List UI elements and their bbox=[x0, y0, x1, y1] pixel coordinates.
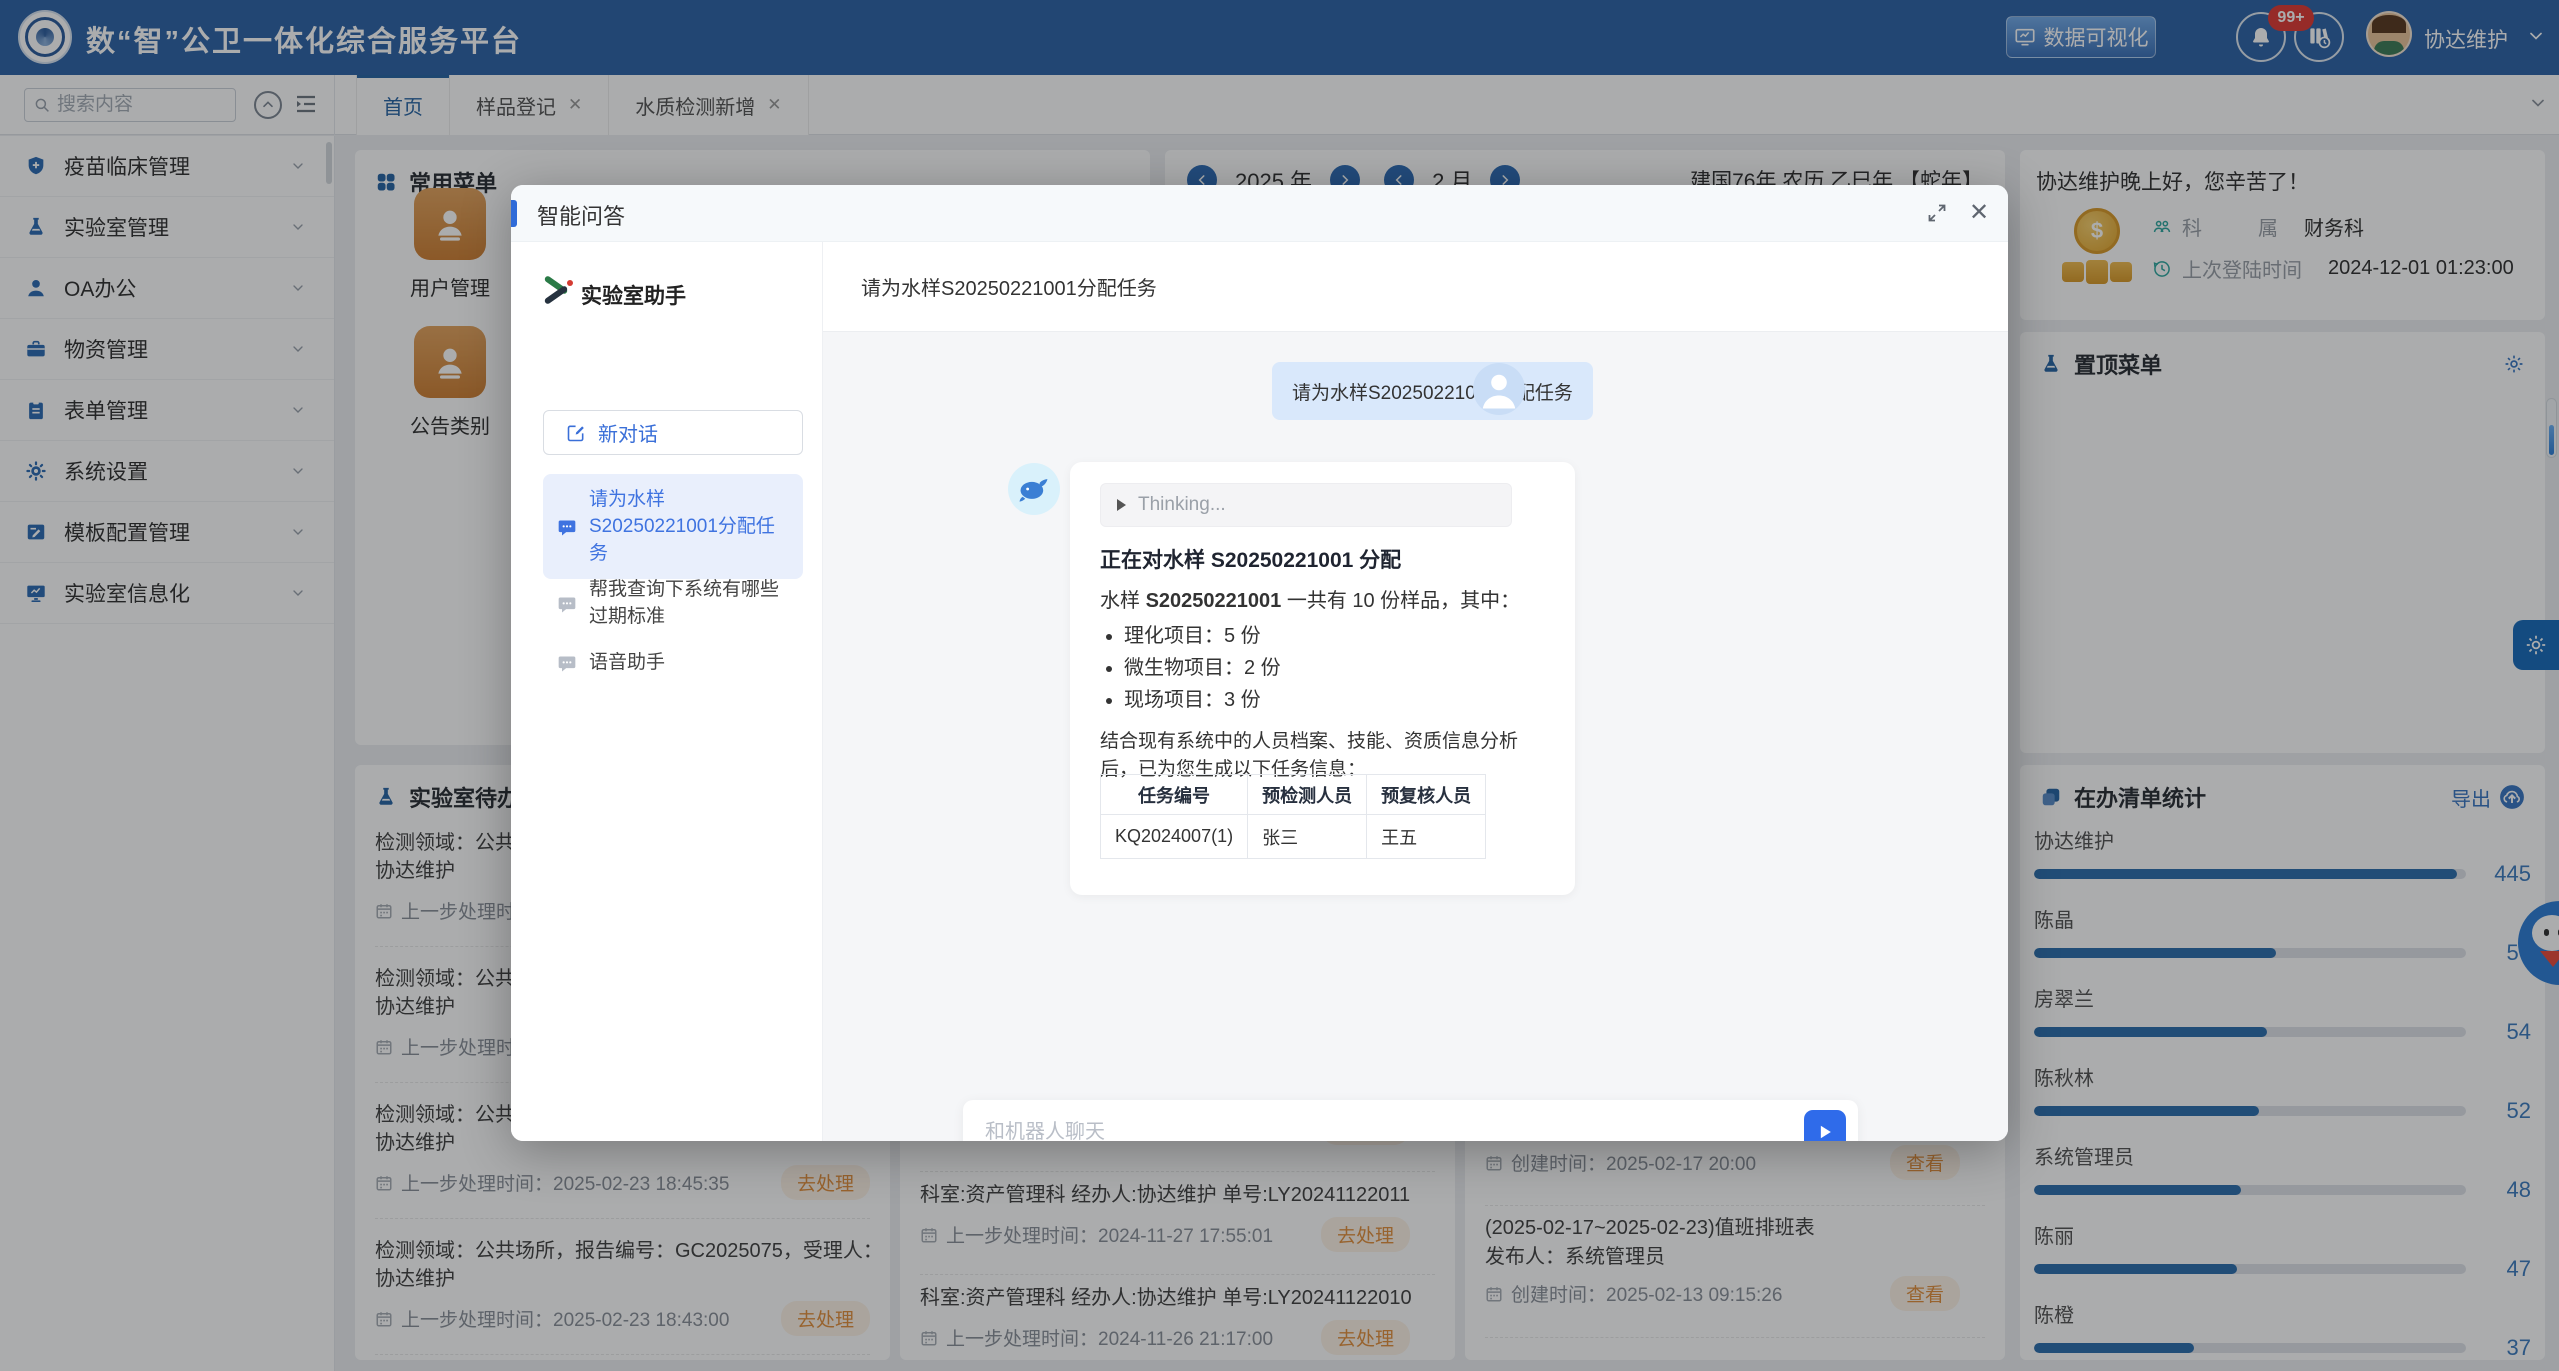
conversation-item[interactable]: 语音助手 bbox=[543, 637, 803, 688]
response-bullet: 理化项目：5 份 bbox=[1124, 620, 1281, 652]
response-heading: 正在对水样 S20250221001 分配 bbox=[1100, 544, 1401, 574]
modal-title: 智能问答 bbox=[537, 199, 625, 231]
chat-area: 请为水样S20250221001分配任务 请为水样S20250221001分配任… bbox=[823, 242, 2008, 1141]
table-cell: 王五 bbox=[1367, 815, 1486, 859]
send-button[interactable] bbox=[1804, 1110, 1846, 1141]
task-table: 任务编号预检测人员预复核人员KQ2024007(1)张三王五 bbox=[1100, 774, 1486, 859]
response-bullet-list: 理化项目：5 份微生物项目：2 份现场项目：3 份 bbox=[1106, 620, 1281, 716]
user-message-bubble: 请为水样S20250221001分配任务 bbox=[1272, 362, 1593, 420]
table-header-cell: 预复核人员 bbox=[1367, 775, 1486, 815]
close-icon[interactable]: ✕ bbox=[1969, 200, 1989, 226]
triangle-right-icon bbox=[1117, 499, 1126, 511]
table-row: KQ2024007(1)张三王五 bbox=[1101, 815, 1486, 859]
chat-question-title: 请为水样S20250221001分配任务 bbox=[823, 242, 2008, 332]
thinking-toggle[interactable]: Thinking... bbox=[1100, 483, 1512, 527]
chat-bubble-icon bbox=[557, 489, 577, 567]
table-cell: 张三 bbox=[1248, 815, 1367, 859]
chat-input[interactable] bbox=[985, 1100, 1685, 1141]
modal-header: 智能问答 ✕ bbox=[511, 185, 2008, 242]
chat-bubble-icon bbox=[557, 579, 577, 630]
assistant-name: 实验室助手 bbox=[581, 280, 686, 310]
ai-chat-modal: 智能问答 ✕ 实验室助手 新对话 请为水样S20250221001分配任务帮我查… bbox=[511, 185, 2008, 1141]
response-bullet: 现场项目：3 份 bbox=[1124, 684, 1281, 716]
modal-accent-bar bbox=[511, 200, 517, 227]
assistant-whale-avatar bbox=[1008, 463, 1060, 515]
conversation-item[interactable]: 帮我查询下系统有哪些过期标准 bbox=[543, 564, 803, 642]
assistant-logo-icon bbox=[541, 280, 571, 310]
user-chat-avatar bbox=[1473, 363, 1525, 415]
table-header-cell: 任务编号 bbox=[1101, 775, 1248, 815]
table-cell: KQ2024007(1) bbox=[1101, 815, 1248, 859]
new-chat-button[interactable]: 新对话 bbox=[543, 410, 803, 455]
chat-input-box bbox=[963, 1100, 1858, 1141]
chat-bubble-icon bbox=[557, 652, 577, 676]
table-header-cell: 预检测人员 bbox=[1248, 775, 1367, 815]
response-intro: 水样 S20250221001 一共有 10 份样品，其中： bbox=[1100, 584, 1520, 613]
assistant-brand: 实验室助手 bbox=[541, 280, 686, 310]
assistant-response-card: Thinking... 正在对水样 S20250221001 分配 水样 S20… bbox=[1070, 462, 1575, 895]
response-bullet: 微生物项目：2 份 bbox=[1124, 652, 1281, 684]
chat-body: 请为水样S20250221001分配任务 Thinking... 正在对水样 S… bbox=[823, 332, 2008, 1141]
edit-icon bbox=[566, 423, 586, 443]
maximize-icon[interactable] bbox=[1925, 201, 1949, 225]
modal-sidebar: 实验室助手 新对话 请为水样S20250221001分配任务帮我查询下系统有哪些… bbox=[511, 242, 823, 1141]
